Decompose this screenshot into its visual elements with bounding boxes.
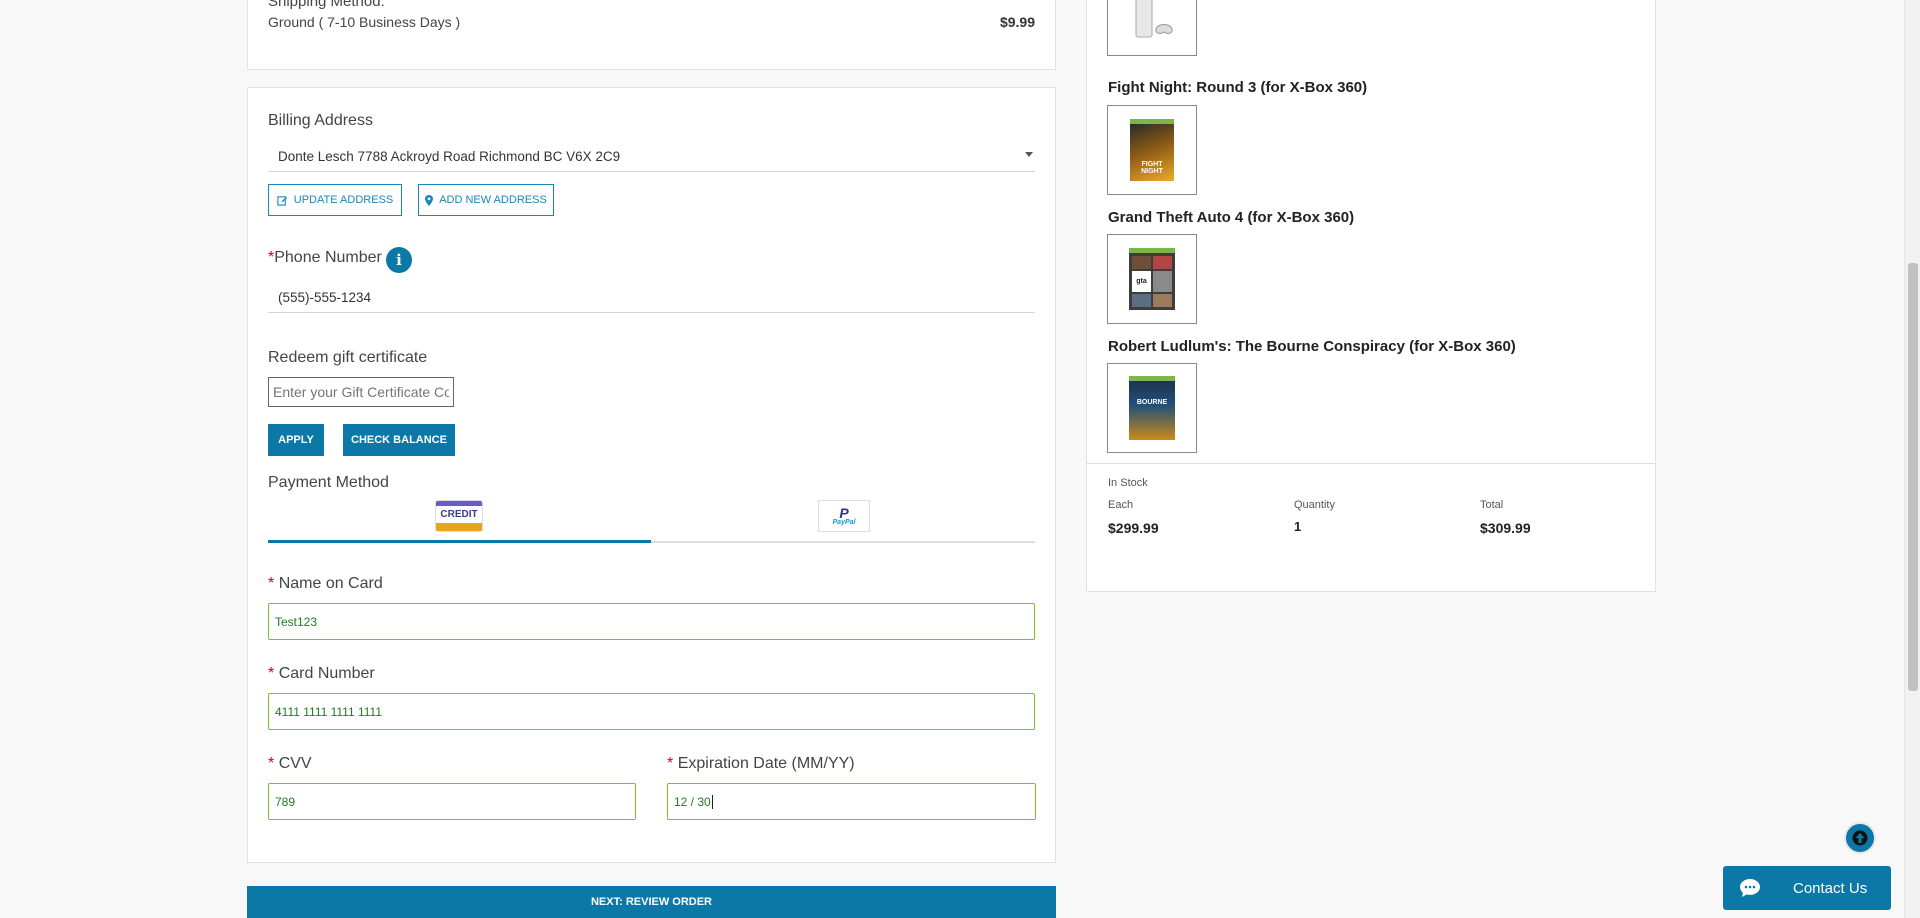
- chevron-down-icon: [1025, 152, 1033, 157]
- required-mark: *: [268, 575, 275, 592]
- name-on-card-input[interactable]: Test123: [268, 603, 1035, 640]
- billing-address-label: Billing Address: [268, 112, 373, 129]
- tab-paypal[interactable]: P PayPal: [651, 500, 1035, 543]
- gift-label: Redeem gift certificate: [268, 349, 428, 366]
- payment-method-label: Payment Method: [268, 474, 389, 491]
- name-on-card-value: Test123: [275, 614, 318, 629]
- phone-input[interactable]: (555)-555-1234: [268, 283, 1035, 313]
- shipping-price: $9.99: [999, 14, 1035, 30]
- stock-status: In Stock: [1108, 477, 1148, 489]
- expiration-text: Expiration Date (MM/YY): [677, 755, 855, 772]
- phone-label-text: Phone Number: [274, 249, 382, 266]
- required-mark: *: [268, 755, 275, 772]
- add-address-label: ADD NEW ADDRESS: [439, 194, 547, 206]
- required-mark: *: [268, 665, 275, 682]
- total-label: Total: [1480, 499, 1504, 511]
- check-balance-button[interactable]: CHECK BALANCE: [343, 424, 455, 456]
- divider: [1087, 463, 1655, 464]
- total-price: $309.99: [1480, 520, 1531, 536]
- update-address-button[interactable]: UPDATE ADDRESS: [268, 184, 402, 216]
- card-number-text: Card Number: [278, 665, 375, 682]
- expiration-input[interactable]: 12 / 30: [667, 783, 1036, 820]
- product-thumbnail[interactable]: FIGHT NIGHT: [1107, 105, 1197, 195]
- product-title[interactable]: Fight Night: Round 3 (for X-Box 360): [1108, 79, 1367, 96]
- product-thumbnail-console[interactable]: [1107, 0, 1197, 56]
- cvv-label: * CVV: [268, 755, 312, 773]
- each-label: Each: [1108, 499, 1134, 511]
- billing-address-value: Donte Lesch 7788 Ackroyd Road Richmond B…: [278, 149, 621, 164]
- text-cursor: [711, 794, 713, 809]
- quantity-label: Quantity: [1294, 499, 1335, 511]
- credit-card-icon: CREDIT: [435, 500, 483, 532]
- cvv-input[interactable]: 789: [268, 783, 636, 820]
- chat-icon: [1740, 879, 1760, 897]
- payment-tabs: CREDIT P PayPal: [268, 500, 1035, 543]
- shipping-label: Shipping Method:: [268, 0, 385, 10]
- bourne-cover: BOURNE: [1129, 376, 1175, 440]
- required-mark: *: [667, 755, 674, 772]
- contact-us-button[interactable]: Contact Us: [1723, 866, 1891, 910]
- console-image: [1135, 0, 1173, 37]
- next-review-order-button[interactable]: NEXT: REVIEW ORDER: [247, 886, 1056, 918]
- paypal-icon: P PayPal: [818, 500, 870, 532]
- cvv-text: CVV: [278, 755, 312, 772]
- product-thumbnail[interactable]: gta: [1107, 234, 1197, 324]
- card-number-value: 4111 1111 1111 1111: [275, 704, 382, 719]
- shipping-panel: Shipping Method: Ground ( 7-10 Business …: [247, 0, 1056, 70]
- each-price: $299.99: [1108, 520, 1159, 536]
- edit-icon: [277, 195, 287, 206]
- name-on-card-text: Name on Card: [278, 575, 383, 592]
- add-new-address-button[interactable]: ADD NEW ADDRESS: [418, 184, 554, 216]
- update-address-label: UPDATE ADDRESS: [293, 194, 394, 206]
- back-to-top-button[interactable]: [1844, 822, 1876, 854]
- expiration-label: * Expiration Date (MM/YY): [667, 755, 855, 773]
- scrollbar-track[interactable]: [1904, 0, 1920, 918]
- phone-value: (555)-555-1234: [278, 290, 372, 305]
- credit-tab-label: CREDIT: [440, 509, 478, 520]
- paypal-tab-label: PayPal: [832, 518, 856, 526]
- order-summary-panel: Fight Night: Round 3 (for X-Box 360) FIG…: [1086, 0, 1656, 592]
- name-on-card-label: * Name on Card: [268, 575, 383, 593]
- card-number-input[interactable]: 4111 1111 1111 1111: [268, 693, 1035, 730]
- billing-panel: Billing Address Donte Lesch 7788 Ackroyd…: [247, 87, 1056, 863]
- phone-label: *Phone Number: [268, 249, 382, 267]
- cvv-value: 789: [275, 794, 296, 809]
- billing-address-select[interactable]: Donte Lesch 7788 Ackroyd Road Richmond B…: [268, 142, 1035, 172]
- tab-credit[interactable]: CREDIT: [268, 500, 651, 543]
- arrow-up-icon: [1852, 830, 1868, 846]
- product-title[interactable]: Robert Ludlum's: The Bourne Conspiracy (…: [1108, 338, 1516, 355]
- info-icon[interactable]: i: [386, 247, 412, 273]
- gta4-cover: gta: [1129, 248, 1175, 310]
- fight-night-cover: FIGHT NIGHT: [1130, 119, 1174, 181]
- product-thumbnail[interactable]: BOURNE: [1107, 363, 1197, 453]
- apply-button[interactable]: APPLY: [268, 424, 324, 456]
- product-title[interactable]: Grand Theft Auto 4 (for X-Box 360): [1108, 209, 1354, 226]
- shipping-method: Ground ( 7-10 Business Days ): [268, 14, 461, 30]
- quantity-value: 1: [1294, 519, 1302, 534]
- scrollbar-thumb[interactable]: [1908, 263, 1918, 691]
- map-pin-icon: [425, 194, 434, 206]
- expiration-value: 12 / 30: [674, 794, 711, 809]
- gift-certificate-input[interactable]: [268, 377, 454, 407]
- card-number-label: * Card Number: [268, 665, 375, 683]
- contact-us-label: Contact Us: [1793, 879, 1868, 897]
